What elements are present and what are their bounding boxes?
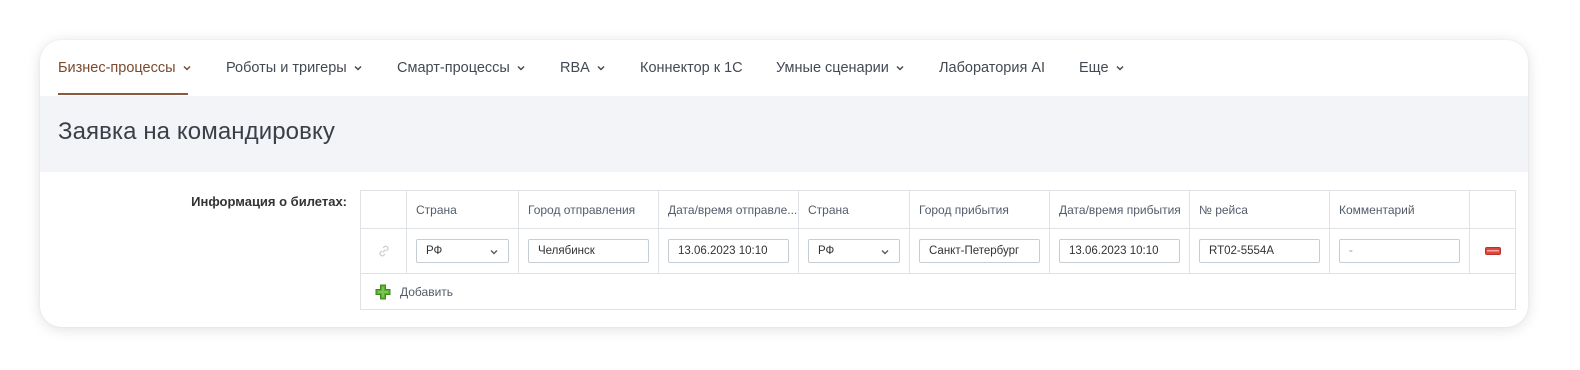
active-tab-indicator	[58, 93, 188, 95]
nav-label: Умные сценарии	[776, 60, 889, 76]
top-nav: Бизнес-процессы Роботы и тригеры Смарт-п…	[40, 40, 1528, 96]
add-row-cell: Добавить	[360, 273, 1516, 310]
header-cell-actions	[1469, 190, 1516, 229]
nav-label: Коннектор к 1С	[640, 60, 743, 76]
col-header-city-to: Город прибытия	[909, 190, 1050, 229]
col-header-comment: Комментарий	[1329, 190, 1470, 229]
remove-row-icon[interactable]	[1484, 247, 1501, 255]
link-cell	[360, 228, 407, 274]
col-header-datetime-from: Дата/время отправле...	[658, 190, 799, 229]
nav-label: RBA	[560, 60, 590, 76]
chevron-down-icon	[1115, 65, 1124, 71]
table-footer-row: Добавить	[360, 273, 1516, 310]
header-cell-blank	[360, 190, 407, 229]
chevron-down-icon	[896, 65, 904, 71]
remove-cell	[1469, 228, 1516, 274]
add-plus-icon	[375, 284, 391, 299]
main-card: Бизнес-процессы Роботы и тригеры Смарт-п…	[40, 40, 1528, 327]
nav-item-rba[interactable]: RBA	[560, 40, 605, 96]
select-value: РФ	[818, 245, 835, 257]
datetime-from-input[interactable]: 13.06.2023 10:10	[668, 239, 789, 263]
country-from-select[interactable]: РФ	[416, 239, 509, 263]
chevron-down-icon	[517, 65, 525, 71]
page-header: Заявка на командировку	[40, 96, 1528, 172]
col-header-country-from: Страна	[406, 190, 519, 229]
nav-label: Еще	[1079, 60, 1109, 76]
add-row-label: Добавить	[400, 284, 454, 299]
form-area: Информация о билетах: Страна Город отпра…	[40, 172, 1528, 327]
col-header-country-to: Страна	[798, 190, 910, 229]
nav-item-robots-triggers[interactable]: Роботы и тригеры	[226, 40, 362, 96]
nav-item-connector-1c[interactable]: Коннектор к 1С	[640, 40, 743, 96]
chevron-down-icon	[354, 65, 362, 71]
nav-label: Смарт-процессы	[397, 60, 510, 76]
table-header-row: Страна Город отправления Дата/время отпр…	[360, 190, 1516, 229]
nav-item-more[interactable]: Еще	[1079, 40, 1124, 96]
nav-item-business-processes[interactable]: Бизнес-процессы	[58, 40, 191, 96]
nav-item-ai-lab[interactable]: Лаборатория AI	[939, 40, 1045, 96]
table-row: РФ Челябинск 13.06.2023 10:10 РФ Санкт-П…	[360, 228, 1516, 274]
nav-label: Роботы и тригеры	[226, 60, 347, 76]
chevron-down-icon	[597, 65, 605, 71]
page-title: Заявка на командировку	[58, 118, 335, 145]
nav-label: Лаборатория AI	[939, 60, 1046, 76]
comment-input[interactable]: -	[1339, 239, 1460, 263]
chevron-down-icon	[183, 65, 191, 71]
city-to-input[interactable]: Санкт-Петербург	[919, 239, 1040, 263]
chevron-down-icon	[881, 250, 889, 255]
col-header-datetime-to: Дата/время прибытия	[1049, 190, 1190, 229]
chevron-down-icon	[490, 250, 498, 255]
flight-number-input[interactable]: RT02-5554A	[1199, 239, 1320, 263]
country-to-select[interactable]: РФ	[808, 239, 900, 263]
nav-item-smart-scenarios[interactable]: Умные сценарии	[776, 40, 904, 96]
nav-item-smart-processes[interactable]: Смарт-процессы	[397, 40, 525, 96]
select-value: РФ	[426, 245, 443, 257]
city-from-input[interactable]: Челябинск	[528, 239, 649, 263]
link-icon[interactable]	[377, 244, 391, 258]
tickets-table: Страна Город отправления Дата/время отпр…	[360, 190, 1516, 310]
tickets-field-label: Информация о билетах:	[191, 194, 347, 209]
add-row-button[interactable]: Добавить	[361, 284, 1515, 300]
nav-label: Бизнес-процессы	[58, 60, 176, 76]
col-header-flight: № рейса	[1189, 190, 1330, 229]
col-header-city-from: Город отправления	[518, 190, 659, 229]
datetime-to-input[interactable]: 13.06.2023 10:10	[1059, 239, 1180, 263]
